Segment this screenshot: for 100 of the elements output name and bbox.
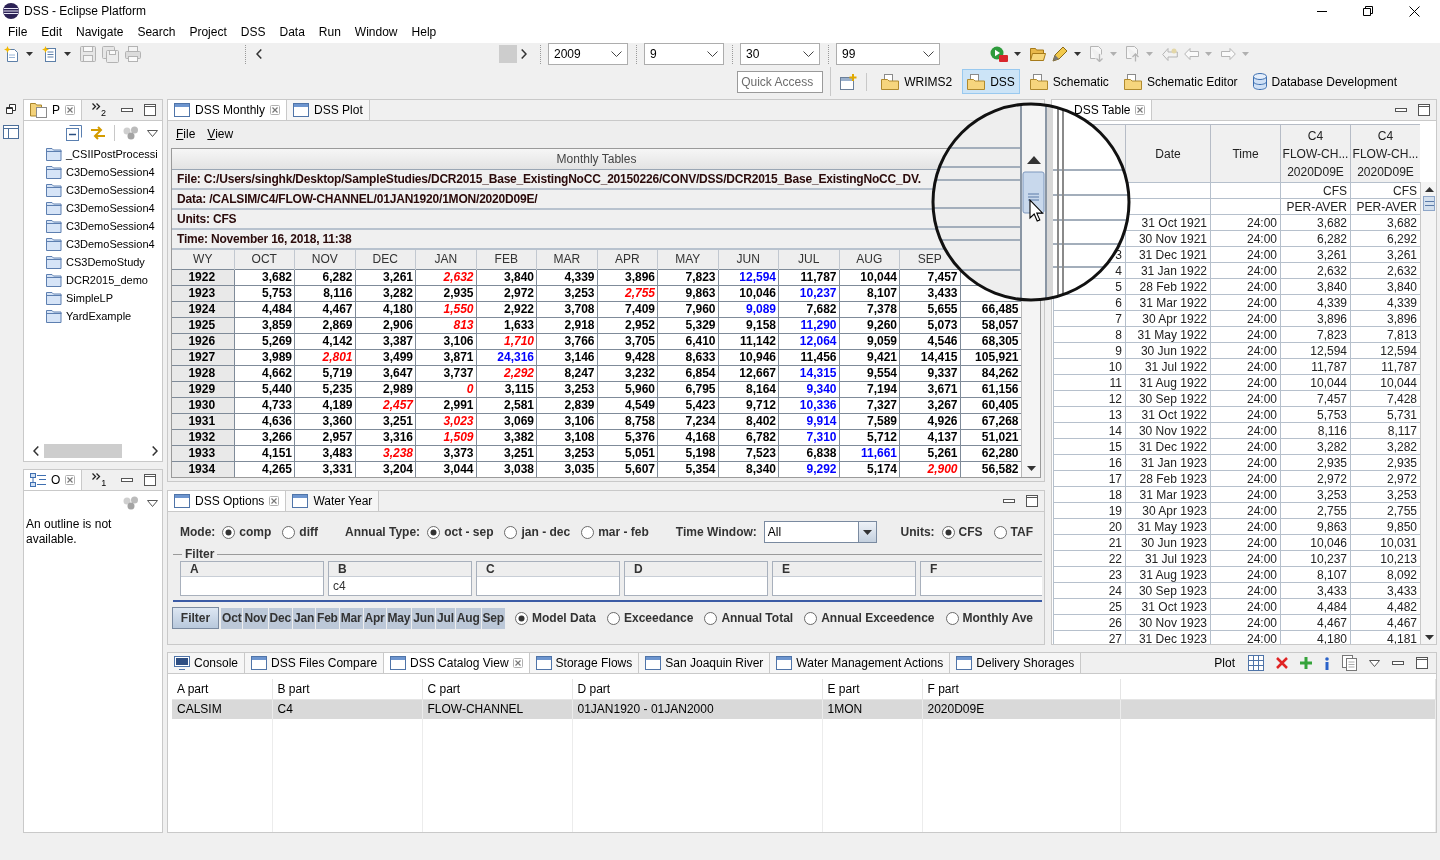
combo-box[interactable]: 2009 bbox=[548, 43, 628, 65]
tab[interactable]: Console bbox=[168, 653, 246, 673]
vertical-scrollbar[interactable] bbox=[1420, 182, 1436, 644]
overflow-button[interactable]: 1 bbox=[82, 470, 111, 490]
menu-item[interactable]: Edit bbox=[34, 24, 70, 41]
run-button[interactable] bbox=[990, 46, 1021, 62]
radio-button[interactable]: jan - dec bbox=[504, 525, 571, 539]
overflow-button[interactable]: 2 bbox=[82, 100, 111, 120]
quick-access-field[interactable]: Quick Access bbox=[737, 70, 824, 93]
maximize-icon[interactable] bbox=[144, 474, 156, 486]
pencil-button[interactable] bbox=[1052, 46, 1081, 62]
perspective-button[interactable]: WRIMS2 bbox=[876, 69, 958, 94]
plus-icon[interactable] bbox=[1300, 657, 1312, 669]
maximize-icon[interactable] bbox=[144, 104, 156, 116]
spheres-icon[interactable] bbox=[123, 126, 139, 140]
radio-button[interactable]: TAF bbox=[993, 525, 1033, 539]
menu-item[interactable]: Window bbox=[347, 24, 405, 41]
layout-icon[interactable] bbox=[3, 125, 19, 139]
tab[interactable]: DSS Plot bbox=[287, 100, 370, 120]
month-toggle[interactable]: Jul bbox=[436, 607, 455, 629]
open-folder-button[interactable] bbox=[1030, 47, 1046, 61]
month-toggle[interactable]: Jan bbox=[292, 607, 315, 629]
plot-button[interactable]: Plot bbox=[1214, 656, 1235, 670]
triangle-down-icon[interactable] bbox=[147, 129, 158, 137]
combo-box[interactable]: 30 bbox=[740, 43, 820, 65]
radio-button[interactable]: Annual Exceedence bbox=[804, 611, 935, 625]
tree-item[interactable]: DCR2015_demo bbox=[46, 271, 162, 289]
tree-item[interactable]: _CSIIPostProcessi bbox=[46, 145, 162, 163]
tree-item[interactable]: CS3DemoStudy bbox=[46, 253, 162, 271]
month-toggle[interactable]: Jun bbox=[412, 607, 436, 629]
copy-icon[interactable] bbox=[1342, 655, 1357, 671]
month-toggle[interactable]: May bbox=[386, 607, 412, 629]
tab[interactable]: DSS Catalog View bbox=[384, 653, 530, 673]
collapse-icon[interactable] bbox=[66, 125, 82, 141]
radio-button[interactable]: Annual Total bbox=[704, 611, 794, 625]
tab[interactable]: DSS Monthly bbox=[168, 100, 288, 120]
menu-item[interactable]: Navigate bbox=[69, 24, 131, 41]
radio-button[interactable]: oct - sep bbox=[427, 525, 494, 539]
text-field[interactable] bbox=[625, 576, 767, 595]
new-button[interactable] bbox=[4, 46, 33, 62]
month-toggle[interactable]: Sep bbox=[481, 607, 505, 629]
radio-button[interactable]: CFS bbox=[941, 525, 983, 539]
radio-button[interactable]: Monthly Ave bbox=[945, 611, 1033, 625]
close-icon[interactable] bbox=[270, 105, 281, 115]
text-field[interactable] bbox=[181, 576, 323, 595]
month-toggle[interactable]: Feb bbox=[316, 607, 339, 629]
minimize-icon[interactable] bbox=[1392, 661, 1404, 665]
filter-button[interactable]: Filter bbox=[172, 607, 220, 629]
month-toggle[interactable]: Apr bbox=[363, 607, 386, 629]
month-toggle[interactable]: Nov bbox=[243, 607, 268, 629]
text-field[interactable] bbox=[773, 576, 915, 595]
month-toggle[interactable]: Mar bbox=[339, 607, 363, 629]
table-row[interactable]: CALSIM C4 FLOW-CHANNEL 01JAN1920 - 01JAN2000 1MON 2020D09E bbox=[172, 699, 1436, 719]
close-icon[interactable] bbox=[65, 475, 76, 485]
menu-item[interactable]: Help bbox=[404, 24, 444, 41]
arrows-icon[interactable] bbox=[90, 126, 106, 140]
grid-icon[interactable] bbox=[1248, 655, 1264, 671]
tab[interactable]: Water Management Actions bbox=[770, 653, 951, 673]
tab[interactable]: Delivery Shorages bbox=[950, 653, 1082, 673]
tab[interactable]: San Joaquin River bbox=[639, 653, 771, 673]
tree-item[interactable]: YardExample bbox=[46, 307, 162, 325]
triangle-down-icon[interactable] bbox=[1369, 659, 1380, 667]
triangle-down-icon[interactable] bbox=[147, 499, 158, 507]
combo-box[interactable]: 9 bbox=[644, 43, 724, 65]
minimize-icon[interactable] bbox=[1395, 108, 1407, 112]
radio-button[interactable]: Exceedance bbox=[607, 611, 694, 625]
maximize-icon[interactable] bbox=[1418, 104, 1430, 116]
menu-item[interactable]: File bbox=[1, 24, 35, 41]
menu-item[interactable]: View bbox=[207, 126, 234, 141]
delete-icon[interactable] bbox=[1276, 657, 1288, 669]
perspective-button[interactable]: Schematic Editor bbox=[1118, 69, 1243, 94]
menu-item[interactable]: Project bbox=[182, 24, 234, 41]
arrow-down-icon[interactable] bbox=[1026, 465, 1036, 471]
tree-item[interactable]: C3DemoSession4 bbox=[46, 235, 162, 253]
maximize-icon[interactable] bbox=[1416, 657, 1428, 669]
dropdown-field[interactable]: All bbox=[763, 521, 877, 543]
combo-box[interactable]: 99 bbox=[836, 43, 940, 65]
close-icon[interactable] bbox=[269, 496, 280, 506]
tree-item[interactable]: C3DemoSession4 bbox=[46, 217, 162, 235]
menu-item[interactable]: Search bbox=[130, 24, 183, 41]
month-toggle[interactable]: Dec bbox=[268, 607, 292, 629]
minimize-icon[interactable] bbox=[1003, 499, 1015, 503]
tab[interactable]: Water Year bbox=[286, 491, 380, 511]
close-icon[interactable] bbox=[65, 105, 75, 115]
month-toggle[interactable]: Aug bbox=[455, 607, 481, 629]
radio-button[interactable]: diff bbox=[282, 525, 318, 539]
radio-button[interactable]: mar - feb bbox=[581, 525, 649, 539]
tree-item[interactable]: C3DemoSession4 bbox=[46, 181, 162, 199]
tab[interactable]: P bbox=[24, 100, 82, 120]
dropdown-button[interactable] bbox=[857, 522, 876, 542]
radio-button[interactable]: Model Data bbox=[514, 611, 596, 625]
tab[interactable]: O bbox=[24, 470, 83, 490]
minimize-icon[interactable] bbox=[121, 478, 133, 482]
close-icon[interactable] bbox=[1135, 105, 1146, 115]
perspective-button[interactable]: Database Development bbox=[1247, 69, 1402, 94]
text-field[interactable] bbox=[477, 576, 619, 595]
spheres-icon[interactable] bbox=[123, 496, 139, 510]
tab[interactable]: Storage Flows bbox=[529, 653, 640, 673]
tab[interactable]: DSS Options bbox=[168, 491, 287, 511]
menu-item[interactable]: DSS bbox=[233, 24, 273, 41]
